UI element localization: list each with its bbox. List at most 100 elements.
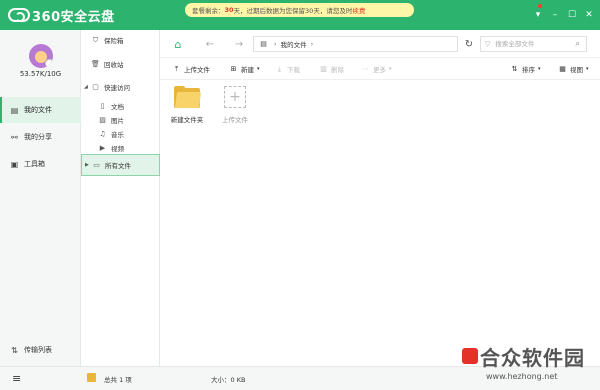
delete-button[interactable]: ▥ 删除 [319,62,344,76]
music-icon: ♫ [99,130,106,138]
home-icon[interactable]: ⌂ [171,37,185,51]
back-arrow-icon[interactable]: ← [203,37,217,51]
chevron-down-icon: ▾ [257,66,260,72]
watermark-title: 合众软件园 [480,346,585,370]
upload-file-tile[interactable]: + 上传文件 [212,86,258,124]
address-bar: ⌂ ← → ▤ › 我的文件 › ↻ ▽ ⌕ [160,30,600,58]
quick-access-icon: ▢ [92,83,99,91]
tree-item-all-files[interactable]: ▶ ▭ 所有文件 [81,154,160,176]
upload-button[interactable]: ⤒ 上传文件 [172,62,210,76]
sort-button[interactable]: ⇅ 排序 ▾ [510,62,541,76]
sort-label: 排序 [522,66,535,74]
tree-item-quick-access[interactable]: ◢ ▢ 快速访问 [81,79,160,95]
sidebar-item-label: 我的文件 [24,106,52,114]
filter-icon[interactable]: ▽ [485,40,490,48]
collapse-caret-icon[interactable]: ◢ [84,84,91,90]
files-icon: ▤ [10,105,19,115]
download-icon: ⤓ [277,64,282,73]
tree-item-safe[interactable]: ⛉ 保险箱 [81,32,160,48]
search-icon[interactable]: ⌕ [575,39,579,49]
notice-middle: 天，过期后数据为您保留30天，请您及时 [233,7,353,15]
recycle-icon: 🗑 [91,60,100,68]
tree-item-label: 保险箱 [104,37,124,45]
app-title: 360安全云盘 [32,9,115,25]
title-bar: 360安全云盘 套餐剩余： 30 天，过期后数据为您保留30天，请您及时 续费 … [0,0,600,30]
more-label: 更多 [373,66,386,74]
sidebar-item-toolbox[interactable]: ▣ 工具箱 [0,151,81,177]
search-box[interactable]: ▽ ⌕ [480,36,587,52]
download-button[interactable]: ⤓ 下载 [275,62,300,76]
search-input[interactable] [495,40,576,48]
more-dots-icon: ⋯ [362,65,369,73]
share-icon: ⚯ [11,132,18,142]
transfer-icon: ⇅ [11,345,18,355]
folder-tree: ⛉ 保险箱 🗑 回收站 ◢ ▢ 快速访问 ▯ 文档 ▨ 图片 ♫ 音乐 ▶ 视频… [81,30,160,366]
toolbox-icon: ▣ [10,159,19,169]
sidebar-item-label: 我的分享 [24,133,52,141]
item-count: 总共 1 项 [104,376,132,384]
breadcrumb-separator-icon: › [274,40,277,48]
settings-menu-icon[interactable]: ▾ [532,9,544,21]
upload-tile-label: 上传文件 [222,116,248,124]
tree-item-label: 音乐 [111,131,124,139]
file-item-new-folder[interactable]: 新建文件夹 [164,86,210,124]
drive-icon: ▤ [260,40,267,48]
cloud-logo-icon [8,8,30,22]
maximize-button[interactable]: ☐ [566,9,578,21]
vip-badge-icon [45,59,53,68]
upload-icon: ⤒ [174,64,179,73]
expand-caret-icon[interactable]: ▶ [85,162,92,168]
minimize-button[interactable]: – [549,9,561,21]
chevron-down-icon: ▾ [538,66,541,72]
tree-item-label: 图片 [111,117,124,125]
sidebar-item-my-files[interactable]: ▤ 我的文件 [0,97,81,123]
toolbar: ⤒ 上传文件 ⊞ 新建 ▾ ⤓ 下载 ▥ 删除 ⋯ 更多 ▾ ⇅ 排序 ▾ ▦ … [160,58,600,80]
folder-icon: ▭ [93,161,100,169]
delete-label: 删除 [331,66,344,74]
breadcrumb[interactable]: ▤ › 我的文件 › [253,36,458,52]
tree-item-label: 所有文件 [105,162,131,170]
hamburger-menu-icon[interactable]: ≡ [12,373,23,384]
file-list: 新建文件夹 + 上传文件 [160,80,600,366]
more-button[interactable]: ⋯ 更多 ▾ [361,62,392,76]
upload-label: 上传文件 [184,66,210,74]
watermark-logo-icon [462,348,478,364]
image-icon: ▨ [99,116,106,124]
avatar[interactable] [29,44,53,68]
trash-icon: ▥ [320,65,327,73]
sort-icon: ⇅ [511,65,518,73]
notice-prefix: 套餐剩余： [192,7,225,15]
download-label: 下载 [287,66,300,74]
refresh-icon[interactable]: ↻ [462,36,476,52]
view-label: 视图 [570,66,583,74]
forward-arrow-icon[interactable]: → [232,37,246,51]
file-item-label: 新建文件夹 [170,116,204,124]
tree-item-label: 视频 [111,145,124,153]
app-logo: 360安全云盘 [8,6,115,25]
grid-view-icon: ▦ [559,65,566,73]
sidebar-item-label: 工具箱 [24,160,45,168]
folder-icon [174,86,202,108]
tree-item-recycle[interactable]: 🗑 回收站 [81,56,160,72]
sidebar-item-label: 传输列表 [24,346,52,354]
sidebar-item-my-share[interactable]: ⚯ 我的分享 [0,124,81,150]
renew-link[interactable]: 续费 [352,5,365,15]
total-size: 大小：0 KB [211,376,246,384]
breadcrumb-separator-icon: › [310,40,314,48]
tree-item-label: 回收站 [104,61,124,69]
view-button[interactable]: ▦ 视图 ▾ [558,62,589,76]
watermark: 合众软件园 www.hezhong.net [462,342,598,388]
chevron-down-icon: ▾ [389,66,392,72]
sidebar-item-transfer-list[interactable]: ⇅ 传输列表 [0,337,81,363]
new-label: 新建 [241,66,254,74]
storage-quota: 53.57K/10G [19,70,62,78]
expiry-notice: 套餐剩余： 30 天，过期后数据为您保留30天，请您及时 续费 [185,3,414,17]
close-button[interactable]: ✕ [583,9,595,21]
safe-icon: ⛉ [92,35,99,44]
breadcrumb-root[interactable]: 我的文件 [281,39,307,49]
new-button[interactable]: ⊞ 新建 ▾ [229,62,260,76]
main-sidebar: 53.57K/10G ▤ 我的文件 ⚯ 我的分享 ▣ 工具箱 ⇅ 传输列表 [0,30,81,366]
chevron-down-icon: ▾ [586,66,589,72]
tree-item-label: 文档 [111,103,124,111]
video-icon: ▶ [99,144,106,152]
